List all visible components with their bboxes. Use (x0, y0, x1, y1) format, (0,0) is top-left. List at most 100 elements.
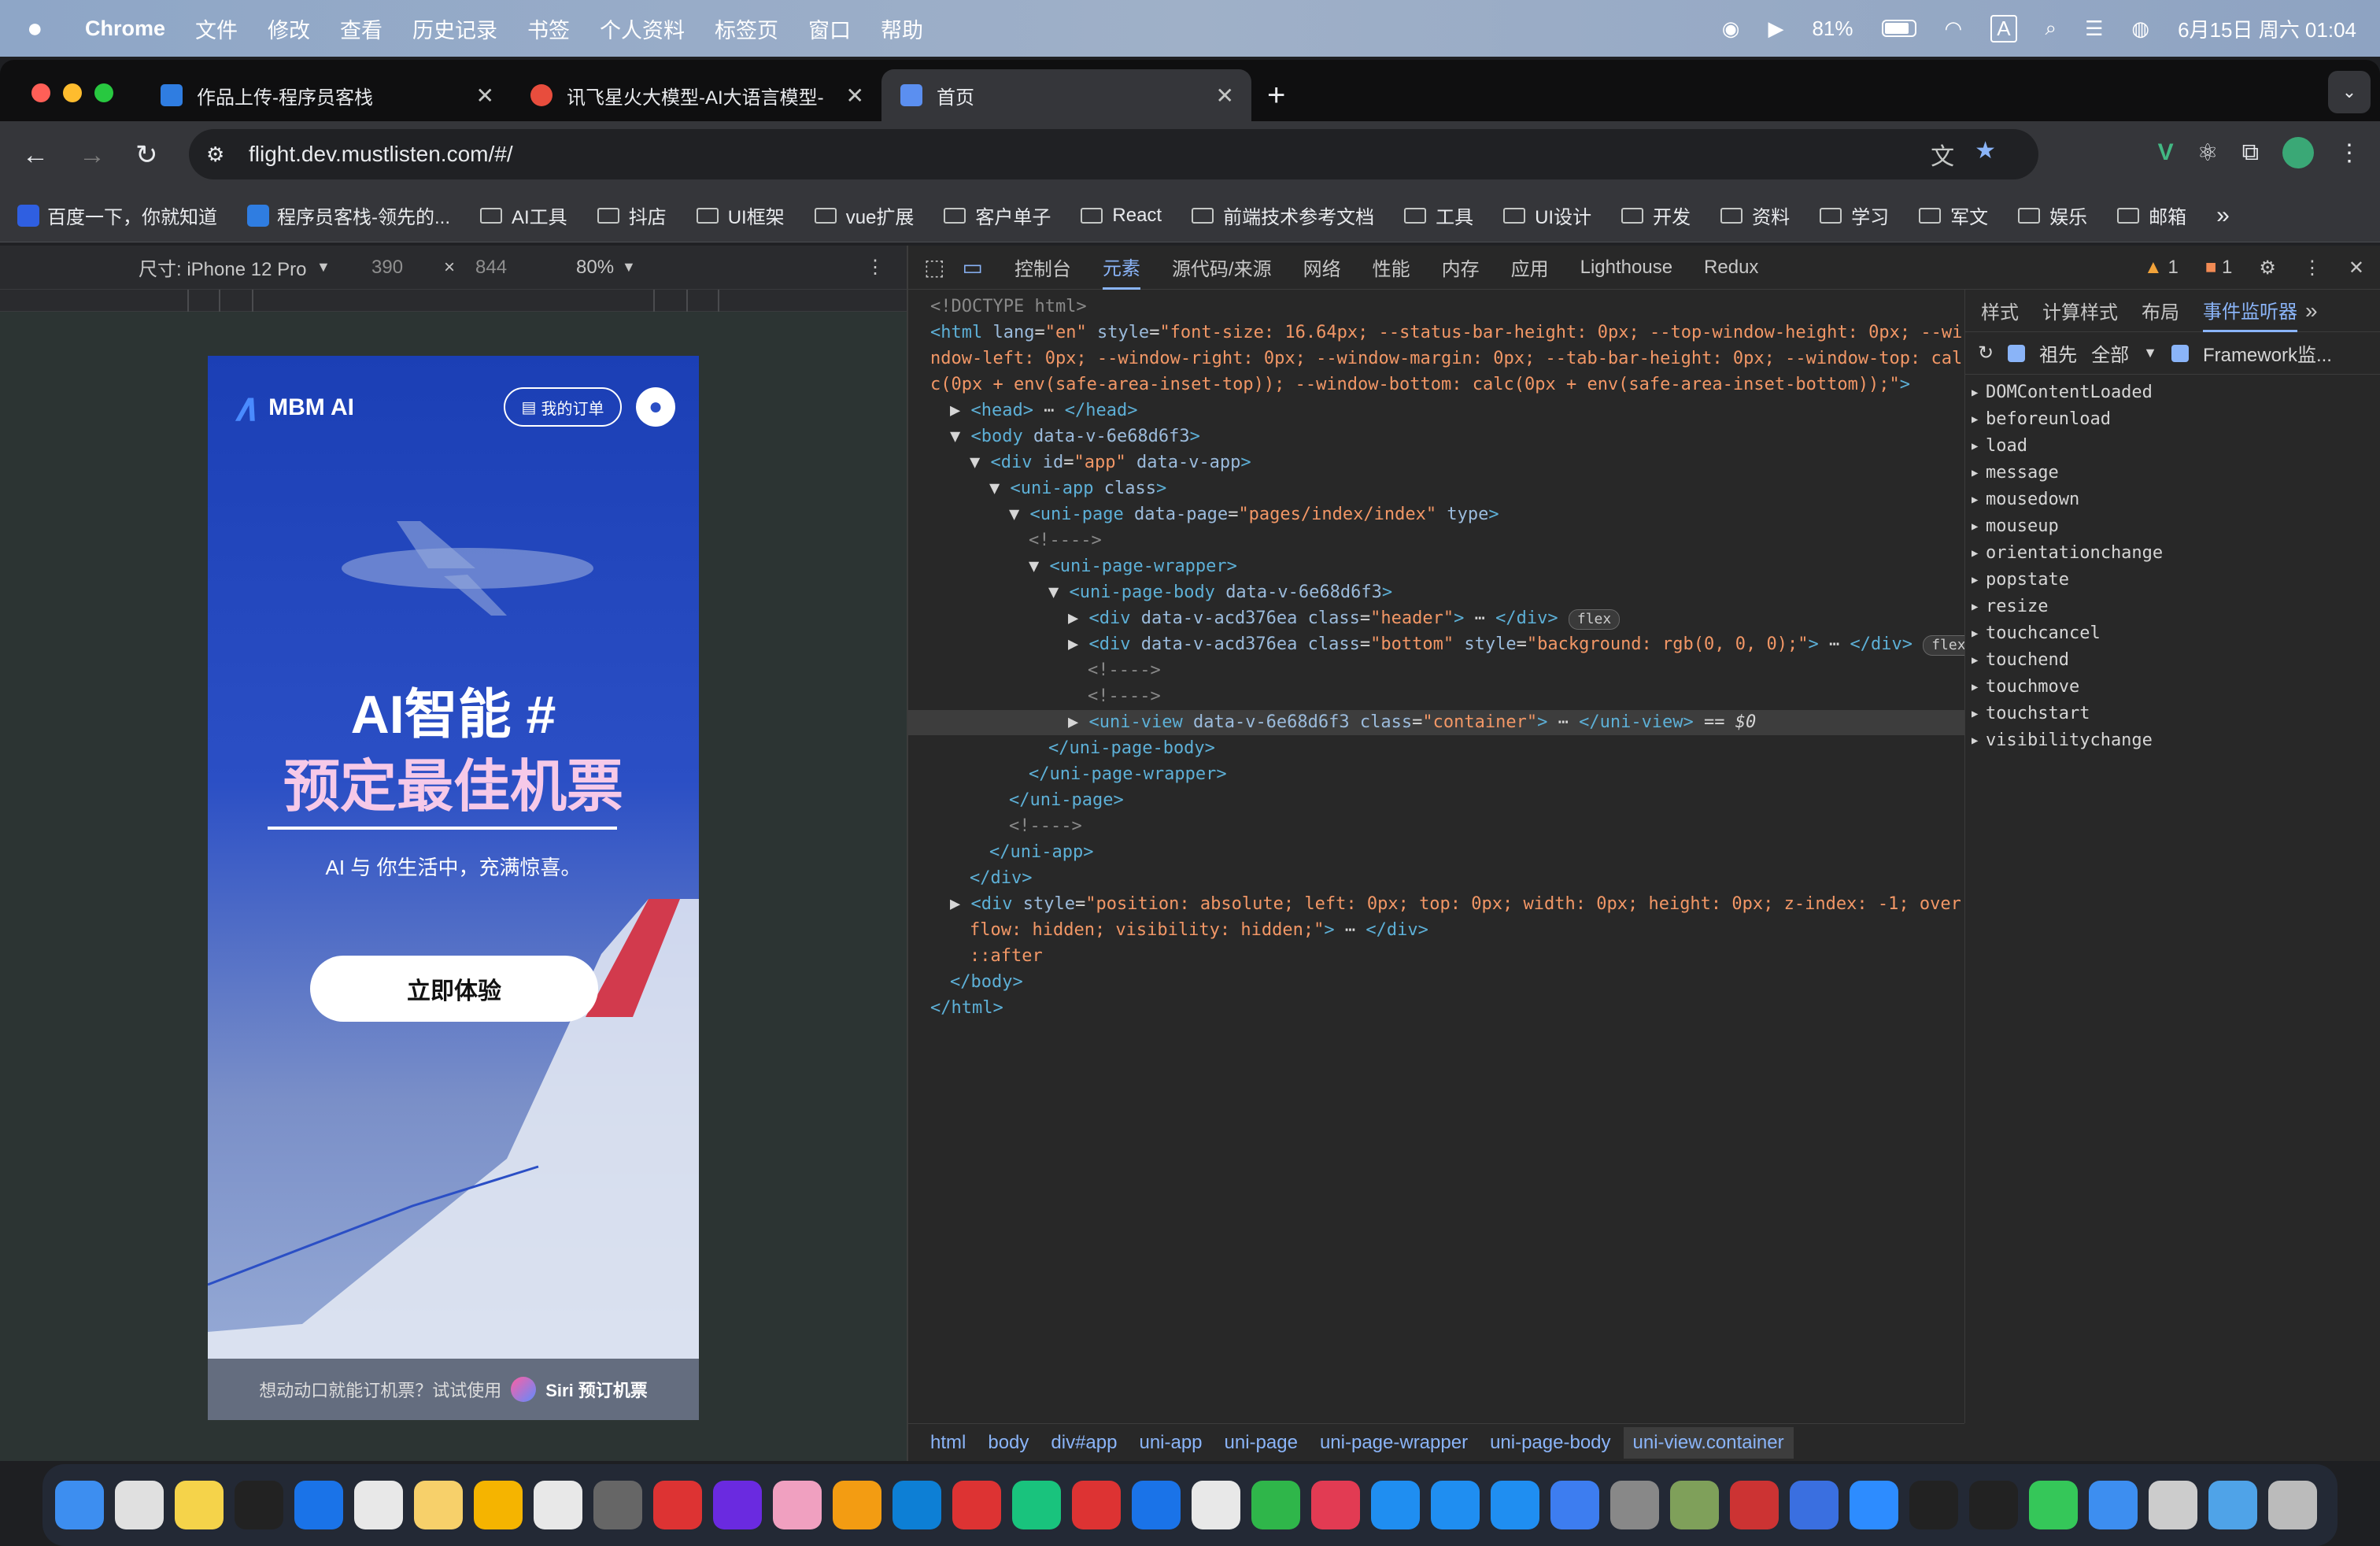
youdao-icon[interactable] (952, 1481, 1001, 1529)
bookmark-item[interactable]: 百度一下，你就知道 (17, 202, 217, 229)
browser-tab[interactable]: 讯飞星火大模型-AI大语言模型- ✕ (512, 69, 881, 121)
framework-checkbox[interactable] (2171, 344, 2189, 362)
menu-item-profiles[interactable]: 个人资料 (600, 13, 685, 44)
tab-styles[interactable]: 样式 (1981, 290, 2019, 332)
terminal-icon[interactable] (1969, 1481, 2018, 1529)
dom-node-line[interactable]: </uni-app> (908, 840, 1964, 865)
testflight-icon[interactable] (1431, 1481, 1480, 1529)
bookmark-folder[interactable]: 开发 (1621, 202, 1691, 229)
tab-layout[interactable]: 布局 (2142, 290, 2179, 332)
forward-button[interactable]: → (79, 140, 135, 171)
tab-close-icon[interactable]: ✕ (846, 83, 864, 109)
breadcrumb-item[interactable]: html (930, 1432, 966, 1454)
tab-performance[interactable]: 性能 (1373, 246, 1410, 290)
dom-node-line[interactable]: ▼ <uni-page-body data-v-6e68d6f3> (908, 580, 1964, 605)
netease-music-icon[interactable] (1072, 1481, 1121, 1529)
zoom-dropdown-icon[interactable]: ▼ (622, 259, 636, 276)
activity-monitor-icon[interactable] (1909, 1481, 1958, 1529)
url-text[interactable]: flight.dev.mustlisten.com/#/ (249, 142, 513, 167)
dom-node-line[interactable]: ▼ <body data-v-6e68d6f3> (908, 424, 1964, 449)
dom-node-line[interactable]: ▶ <div data-v-acd376ea class="header"> ⋯… (908, 606, 1964, 631)
menu-item-tabs[interactable]: 标签页 (715, 13, 778, 44)
event-listener-item[interactable]: mouseup (1965, 513, 2380, 540)
all-dropdown-icon[interactable]: ▼ (2143, 345, 2157, 361)
event-listener-item[interactable]: touchcancel (1965, 620, 2380, 647)
tab-search-button[interactable]: ⌄ (2328, 71, 2371, 113)
qq-icon[interactable] (235, 1481, 283, 1529)
bookmark-folder[interactable]: 客户单子 (944, 202, 1051, 229)
tab-event-listeners[interactable]: 事件监听器 (2203, 290, 2297, 332)
event-listener-item[interactable]: visibilitychange (1965, 727, 2380, 754)
finder-icon[interactable] (55, 1481, 104, 1529)
app-store-icon[interactable] (1371, 1481, 1420, 1529)
maps-icon[interactable] (294, 1481, 343, 1529)
wps-icon[interactable] (653, 1481, 702, 1529)
calculator-icon[interactable] (593, 1481, 642, 1529)
bookmark-folder[interactable]: 抖店 (597, 202, 667, 229)
system-settings-icon[interactable] (1610, 1481, 1659, 1529)
browser-tab-active[interactable]: 首页 ✕ (881, 69, 1251, 121)
tab-close-icon[interactable]: ✕ (476, 83, 494, 109)
tab-close-icon[interactable]: ✕ (1216, 83, 1234, 109)
event-listener-item[interactable]: beforeunload (1965, 406, 2380, 433)
zoom-icon[interactable] (1850, 1481, 1898, 1529)
menu-app-name[interactable]: Chrome (85, 17, 165, 41)
breadcrumb-item[interactable]: uni-page-body (1490, 1432, 1610, 1454)
feishu-doc-icon[interactable] (2089, 1481, 2138, 1529)
dom-node-line[interactable]: <!----> (908, 814, 1964, 839)
dom-node-line[interactable]: ▶ <div style="position: absolute; left: … (908, 892, 1964, 917)
dom-node-line[interactable]: ▼ <div id="app" data-v-app> (908, 450, 1964, 475)
sublime-icon[interactable] (833, 1481, 881, 1529)
preview-icon[interactable] (2149, 1481, 2197, 1529)
event-listener-item[interactable]: DOMContentLoaded (1965, 379, 2380, 406)
bookmark-folder[interactable]: 工具 (1404, 202, 1473, 229)
dom-node-line[interactable]: flow: hidden; visibility: hidden;"> ⋯ </… (908, 918, 1964, 943)
messages-icon[interactable] (2029, 1481, 2078, 1529)
dom-node-line[interactable]: ▼ <uni-app class> (908, 476, 1964, 501)
settings-gear-icon[interactable]: ⚙ (2259, 257, 2276, 279)
menu-item-edit[interactable]: 修改 (268, 13, 310, 44)
downloads-icon[interactable] (2208, 1481, 2257, 1529)
notes-icon[interactable] (175, 1481, 224, 1529)
site-info-icon[interactable]: ⚙ (206, 142, 224, 167)
bookmark-folder[interactable]: React (1081, 205, 1162, 227)
tab-redux[interactable]: Redux (1704, 246, 1758, 290)
dom-node-line[interactable]: </uni-page-body> (908, 736, 1964, 761)
photos-icon[interactable] (773, 1481, 822, 1529)
new-tab-button[interactable]: + (1267, 69, 1285, 121)
dom-node-line[interactable]: </uni-page> (908, 788, 1964, 813)
remote-desktop-icon[interactable] (1730, 1481, 1779, 1529)
bookmark-item[interactable]: 程序员客栈-领先的... (247, 202, 450, 229)
breadcrumb-item[interactable]: uni-app (1139, 1432, 1202, 1454)
bookmark-folder[interactable]: 邮箱 (2117, 202, 2186, 229)
dom-node-line[interactable]: ndow-left: 0px; --window-right: 0px; --w… (908, 346, 1964, 372)
my-orders-button[interactable]: ▤ 我的订单 (504, 387, 622, 427)
dom-node-line[interactable]: ▼ <uni-page data-page="pages/index/index… (908, 502, 1964, 527)
menu-item-help[interactable]: 帮助 (881, 13, 923, 44)
spotlight-icon[interactable]: ⌕ (2046, 16, 2057, 41)
breadcrumb-item[interactable]: body (988, 1432, 1029, 1454)
try-now-button[interactable]: 立即体验 (310, 956, 598, 1022)
bookmark-folder[interactable]: 资料 (1720, 202, 1790, 229)
jetbrains-toolbox-icon[interactable] (713, 1481, 762, 1529)
tab-computed[interactable]: 计算样式 (2042, 290, 2118, 332)
apple-icon[interactable]: ● (27, 13, 68, 44)
device-dropdown-icon[interactable]: ▼ (316, 259, 331, 276)
ancestors-checkbox[interactable] (2008, 344, 2026, 362)
launchpad-icon[interactable] (115, 1481, 164, 1529)
bookmark-folder[interactable]: UI设计 (1503, 202, 1591, 229)
browser-tab[interactable]: 作品上传-程序员客栈 ✕ (142, 69, 512, 121)
bookmark-folder[interactable]: vue扩展 (814, 202, 914, 229)
tab-application[interactable]: 应用 (1511, 246, 1549, 290)
sidebar-more-icon[interactable]: » (2305, 298, 2318, 324)
dom-node-line[interactable]: ::after (908, 944, 1964, 969)
event-listener-item[interactable]: touchmove (1965, 674, 2380, 701)
trash-icon[interactable] (2268, 1481, 2317, 1529)
vue-devtools-icon[interactable]: V (2158, 139, 2174, 166)
back-button[interactable]: ← (22, 140, 79, 171)
dom-node-line[interactable]: </uni-page-wrapper> (908, 762, 1964, 787)
menu-item-view[interactable]: 查看 (340, 13, 382, 44)
dom-node-line[interactable]: <!----> (908, 658, 1964, 683)
vscode-icon[interactable] (893, 1481, 941, 1529)
all-select[interactable]: 全部 (2091, 339, 2129, 367)
